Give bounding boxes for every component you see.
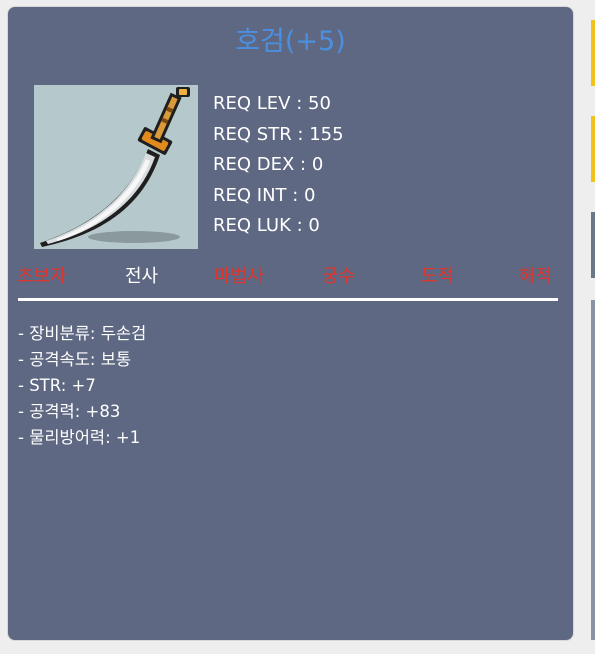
req-str: REQ STR : 155 — [213, 123, 344, 145]
item-name: 호검(+5) — [235, 26, 346, 57]
job-warrior: 전사 — [125, 266, 159, 287]
req-level: REQ LEV : 50 — [213, 93, 331, 114]
req-luk: REQ LUK : 0 — [213, 215, 320, 236]
req-int: REQ INT : 0 — [213, 184, 316, 206]
divider — [18, 298, 558, 301]
stat-equip-category: - 장비분류: 두손검 — [18, 324, 147, 343]
stat-str: - STR: +7 — [18, 376, 96, 395]
item-stats-list: - 장비분류: 두손검 - 공격속도: 보통 - STR: +7 - 공격력: … — [18, 321, 146, 451]
item-icon-frame — [34, 85, 198, 249]
stat-attack-speed: - 공격속도: 보통 — [18, 350, 132, 369]
job-archer: 궁수 — [322, 266, 356, 287]
job-thief: 도적 — [421, 266, 455, 287]
curved-two-handed-sword-icon — [40, 87, 190, 247]
job-class-row: 초보자 전사 마법사 궁수 도적 해적 — [8, 263, 573, 291]
stat-attack: - 공격력: +83 — [18, 402, 121, 421]
req-dex: REQ DEX : 0 — [213, 154, 324, 175]
adjacent-panel-edge — [591, 20, 595, 86]
job-beginner: 초보자 — [17, 266, 67, 287]
job-pirate: 해적 — [519, 266, 553, 287]
item-tooltip: 호검(+5) REQ LEV : 50 REQ STR : 155 REQ DE… — [8, 7, 573, 640]
stat-defense: - 물리방어력: +1 — [18, 428, 141, 447]
requirements-list: REQ LEV : 50 REQ STR : 155 REQ DEX : 0 R… — [213, 89, 344, 242]
adjacent-panel-edge — [591, 300, 595, 640]
adjacent-panel-edge — [591, 116, 595, 182]
adjacent-panel-edge — [591, 212, 595, 278]
job-magician: 마법사 — [214, 266, 264, 287]
